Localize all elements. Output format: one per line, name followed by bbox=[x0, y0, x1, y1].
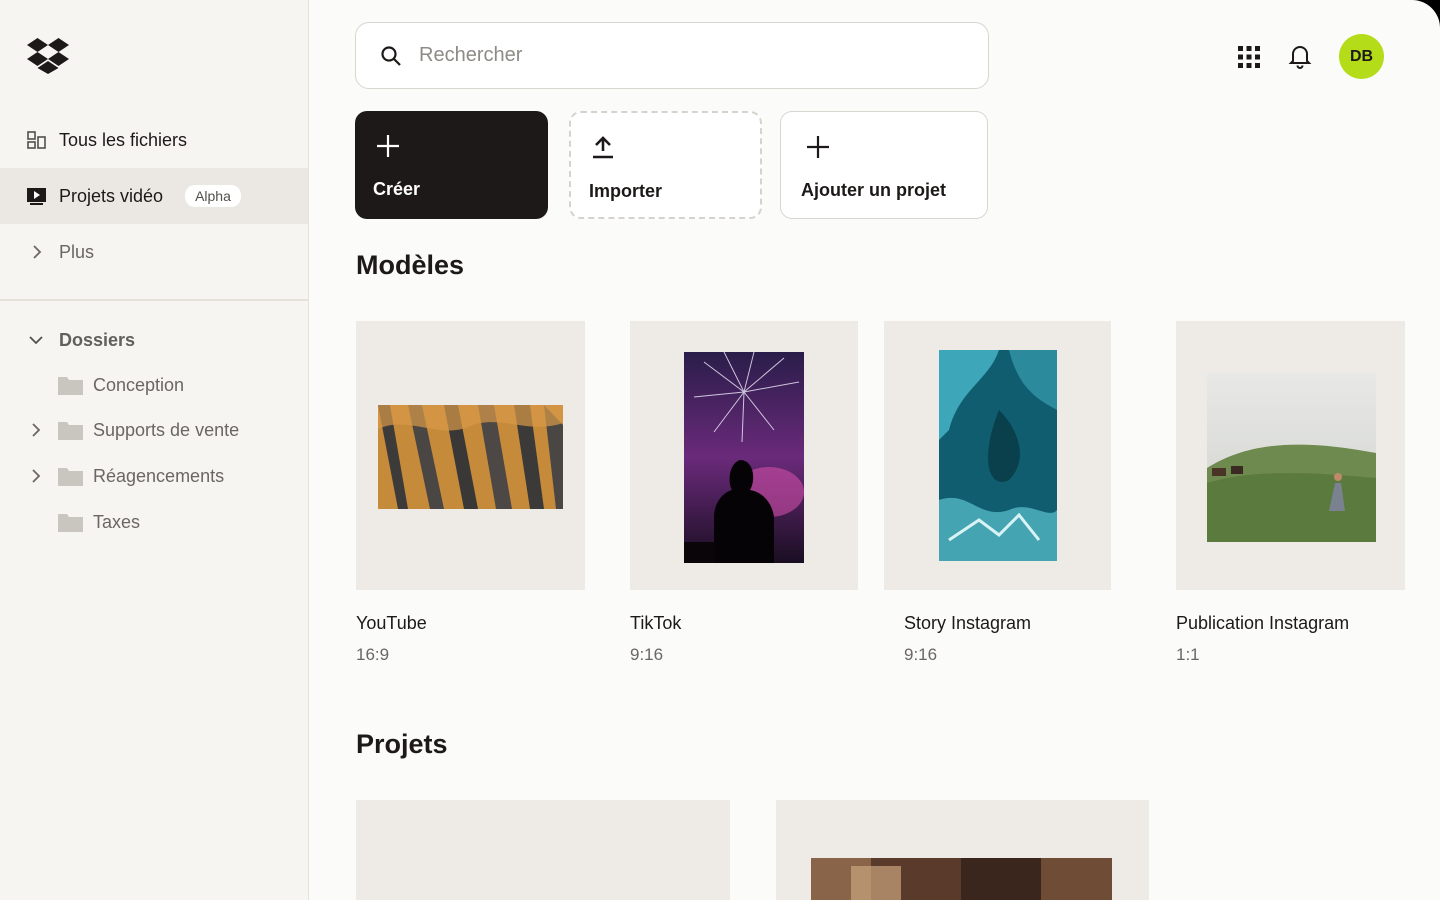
plus-icon bbox=[377, 135, 399, 157]
folder-icon bbox=[58, 377, 83, 395]
projects-title: Projets bbox=[356, 729, 448, 759]
sidebar-item-more[interactable]: Plus bbox=[0, 224, 308, 280]
sidebar-divider bbox=[0, 299, 308, 301]
chevron-right-icon bbox=[27, 242, 47, 262]
notification-bell-icon[interactable] bbox=[1287, 43, 1313, 69]
template-preview[interactable] bbox=[356, 321, 585, 590]
meadow-thumbnail bbox=[1207, 373, 1376, 542]
template-name: Publication Instagram bbox=[1176, 613, 1350, 633]
folders-heading: Dossiers bbox=[59, 329, 136, 350]
folder-icon bbox=[58, 514, 83, 532]
sidebar-item-video-projects[interactable]: Projets vidéo Alpha bbox=[0, 168, 308, 224]
sidebar: Tous les fichiers Projets vidéo Alpha Pl… bbox=[0, 0, 309, 900]
template-name: Story Instagram bbox=[904, 613, 1032, 633]
chevron-down-icon bbox=[29, 336, 43, 345]
folder-label: Supports de vente bbox=[93, 419, 240, 440]
project-card[interactable] bbox=[356, 800, 730, 900]
folder-label: Conception bbox=[93, 374, 185, 395]
sidebar-item-label: Projets vidéo bbox=[59, 185, 164, 206]
templates-title: Modèles bbox=[356, 250, 465, 280]
water-abstract-thumbnail bbox=[939, 350, 1057, 561]
chevron-right-icon[interactable] bbox=[28, 422, 44, 438]
import-button[interactable]: Importer bbox=[569, 111, 762, 219]
template-preview[interactable] bbox=[884, 321, 1111, 590]
add-project-button[interactable]: Ajouter un projet bbox=[780, 111, 988, 219]
template-name: YouTube bbox=[356, 613, 427, 633]
template-preview[interactable] bbox=[1176, 321, 1405, 590]
search-icon bbox=[381, 46, 401, 66]
create-label: Créer bbox=[373, 179, 421, 199]
sidebar-item-label: Tous les fichiers bbox=[59, 129, 188, 150]
files-icon bbox=[27, 130, 47, 150]
upload-icon bbox=[593, 136, 613, 159]
template-ratio: 9:16 bbox=[630, 645, 664, 664]
template-ratio: 1:1 bbox=[1176, 645, 1200, 664]
avatar[interactable]: DB bbox=[1339, 34, 1384, 79]
project-thumbnail bbox=[811, 858, 1112, 900]
folder-icon bbox=[58, 422, 83, 440]
sidebar-item-label: Plus bbox=[59, 241, 95, 262]
template-name: TikTok bbox=[630, 613, 682, 633]
search-bar[interactable]: Rechercher bbox=[355, 22, 989, 89]
project-card[interactable] bbox=[776, 800, 1149, 900]
canyon-thumbnail bbox=[378, 405, 563, 509]
template-ratio: 16:9 bbox=[356, 645, 390, 664]
plus-icon bbox=[807, 136, 829, 158]
folder-label: Réagencements bbox=[93, 465, 225, 486]
search-input[interactable]: Rechercher bbox=[419, 44, 522, 67]
create-button[interactable]: Créer bbox=[355, 111, 548, 219]
folders-section-toggle[interactable]: Dossiers bbox=[0, 320, 308, 360]
fireworks-thumbnail bbox=[684, 352, 804, 563]
folder-item-taxes[interactable]: Taxes bbox=[0, 502, 308, 542]
apps-grid-icon[interactable] bbox=[1236, 44, 1262, 70]
folder-item-sales-materials[interactable]: Supports de vente bbox=[0, 410, 308, 450]
video-project-icon bbox=[27, 186, 47, 206]
template-ratio: 9:16 bbox=[904, 645, 938, 664]
folder-item-conception[interactable]: Conception bbox=[0, 365, 308, 405]
app-window: Tous les fichiers Projets vidéo Alpha Pl… bbox=[0, 0, 1440, 900]
sidebar-item-all-files[interactable]: Tous les fichiers bbox=[0, 112, 308, 168]
dropbox-logo-icon[interactable] bbox=[27, 38, 69, 74]
chevron-right-icon[interactable] bbox=[28, 468, 44, 484]
template-preview[interactable] bbox=[630, 321, 858, 590]
folder-icon bbox=[58, 468, 83, 486]
add-project-label: Ajouter un projet bbox=[801, 180, 946, 200]
alpha-badge: Alpha bbox=[185, 185, 241, 207]
import-label: Importer bbox=[589, 181, 663, 201]
folder-item-rearrangements[interactable]: Réagencements bbox=[0, 456, 308, 496]
folder-label: Taxes bbox=[93, 511, 141, 532]
